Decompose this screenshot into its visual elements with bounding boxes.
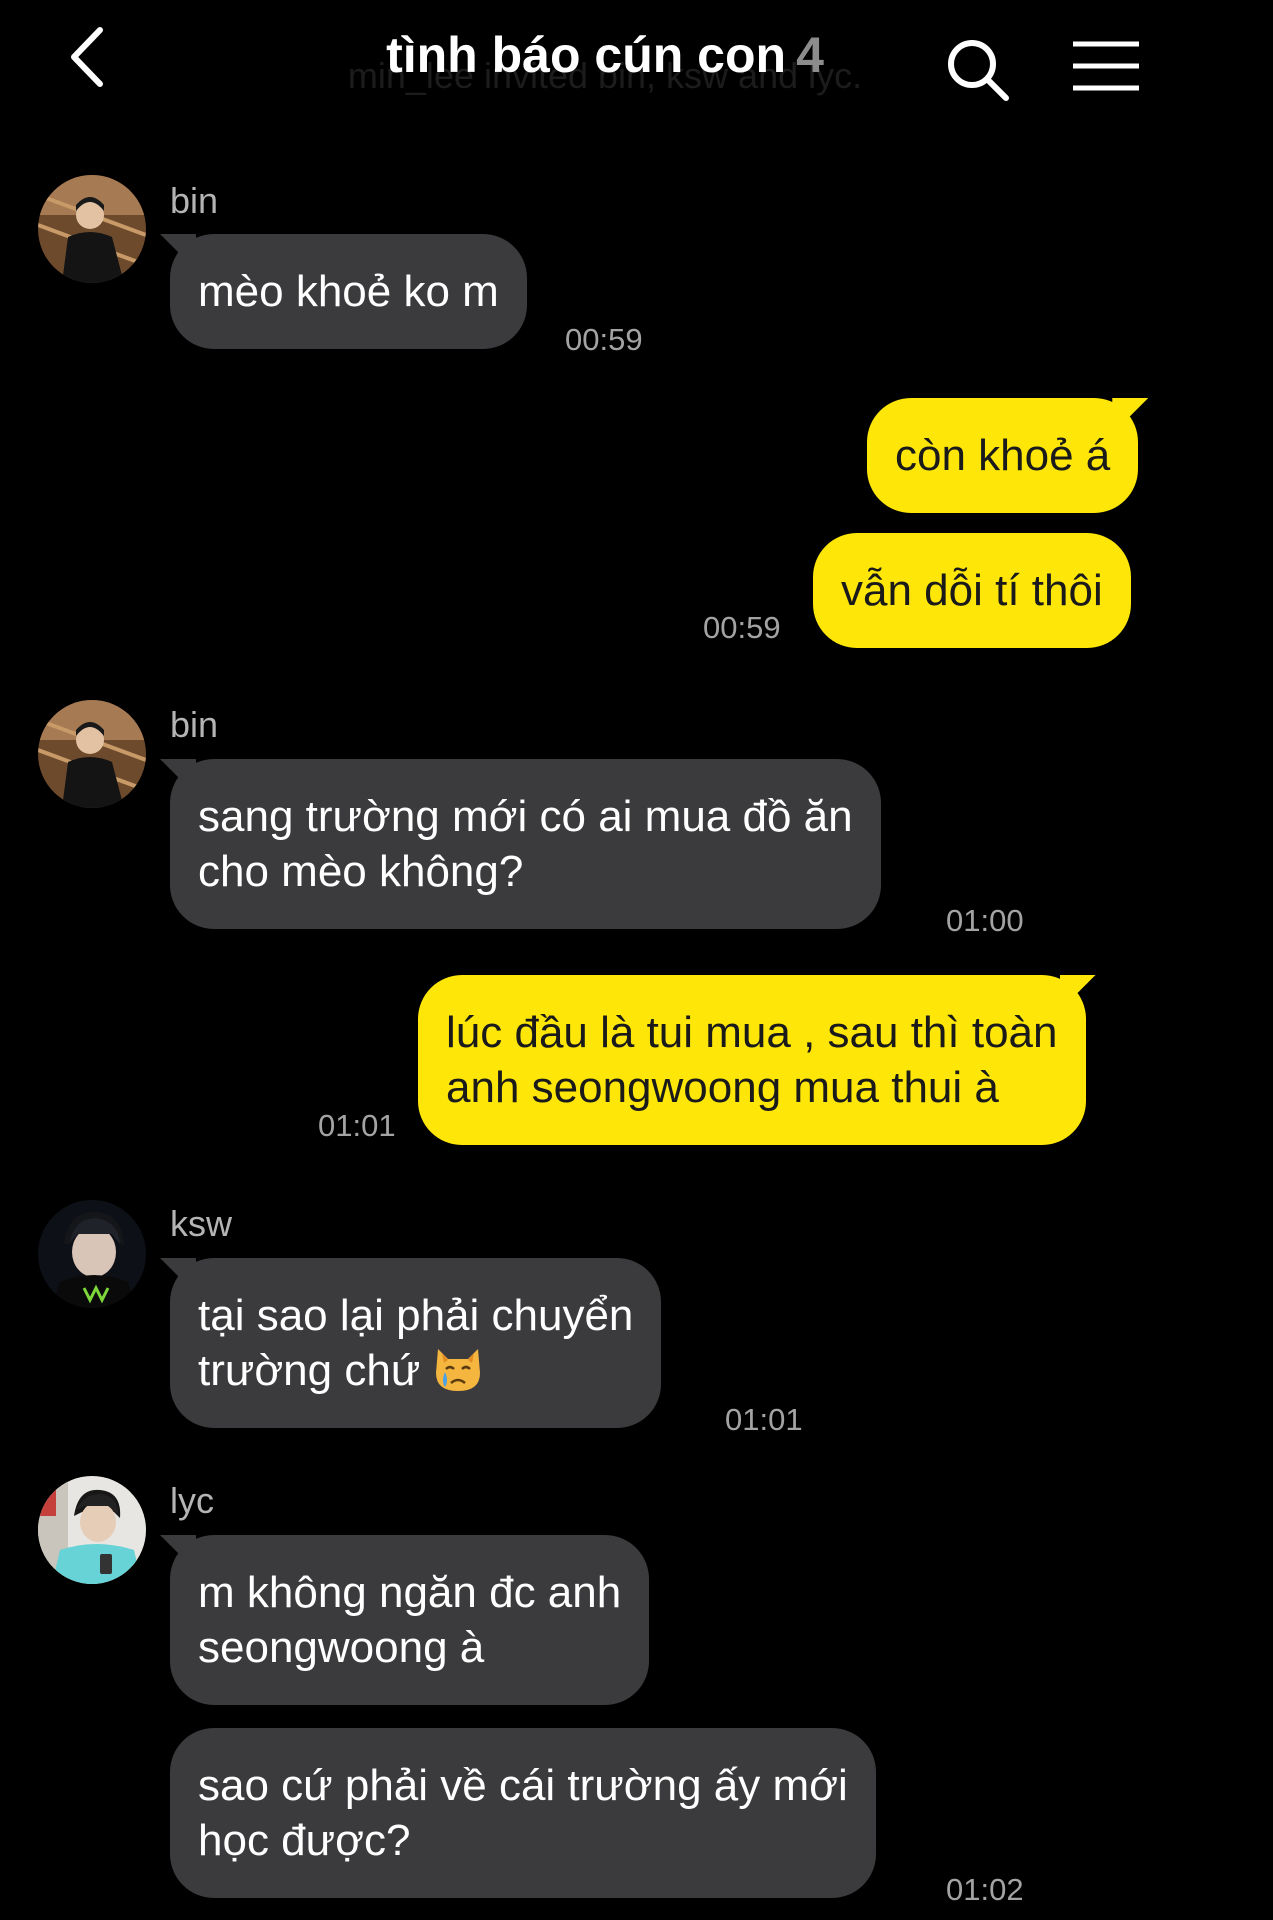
message-text-line: học được? xyxy=(198,1816,411,1865)
message-timestamp: 01:01 xyxy=(318,1108,396,1143)
avatar-bin[interactable] xyxy=(38,175,146,283)
message-bubble-incoming[interactable]: tại sao lại phải chuyển trường chứ xyxy=(170,1258,662,1428)
message-text-line: m không ngăn đc anh xyxy=(198,1568,622,1617)
sender-name: bin xyxy=(170,704,219,745)
chevron-left-icon xyxy=(71,27,103,87)
search-icon xyxy=(948,40,1009,101)
menu-button[interactable] xyxy=(1070,36,1142,96)
message-text-line: cho mèo không? xyxy=(198,847,524,896)
avatar-bin[interactable] xyxy=(38,700,146,808)
sender-name: ksw xyxy=(170,1203,232,1244)
message-bubble-outgoing[interactable]: còn khoẻ á xyxy=(867,398,1139,513)
message-text: mèo khoẻ ko m xyxy=(198,267,499,316)
message-text-line: tại sao lại phải chuyển xyxy=(198,1291,634,1340)
message-bubble-incoming[interactable]: mèo khoẻ ko m xyxy=(170,234,527,349)
crying-cat-face-icon xyxy=(432,1343,484,1395)
sender-name: lyc xyxy=(170,1480,214,1521)
message-bubble-incoming[interactable]: sang trường mới có ai mua đồ ăn cho mèo … xyxy=(170,759,881,929)
avatar-image xyxy=(38,700,146,808)
avatar-lyc[interactable] xyxy=(38,1476,146,1584)
message-bubble-incoming[interactable]: m không ngăn đc anh seongwoong à xyxy=(170,1535,650,1705)
message-text: vẫn dỗi tí thôi xyxy=(841,566,1103,615)
chat-title-group[interactable]: tình báo cún con 4 xyxy=(300,26,910,84)
avatar-image xyxy=(38,175,146,283)
message-timestamp: 00:59 xyxy=(703,610,781,645)
message-text-line: sang trường mới có ai mua đồ ăn xyxy=(198,792,853,841)
message-text-line: sao cứ phải về cái trường ấy mới xyxy=(198,1761,848,1810)
sender-name: bin xyxy=(170,180,219,221)
message-text-line: trường chứ xyxy=(198,1346,421,1395)
message-timestamp: 01:01 xyxy=(725,1402,803,1437)
back-button[interactable] xyxy=(58,22,118,92)
message-timestamp: 01:02 xyxy=(946,1872,1024,1907)
message-text-line: seongwoong à xyxy=(198,1623,485,1672)
chat-title: tình báo cún con xyxy=(386,27,787,83)
message-text-line: anh seongwoong mua thui à xyxy=(446,1063,999,1112)
message-bubble-incoming[interactable]: sao cứ phải về cái trường ấy mới học đượ… xyxy=(170,1728,876,1898)
avatar-ksw[interactable] xyxy=(38,1200,146,1308)
search-button[interactable] xyxy=(942,34,1012,104)
member-count: 4 xyxy=(796,27,824,83)
message-bubble-outgoing[interactable]: lúc đầu là tui mua , sau thì toàn anh se… xyxy=(418,975,1086,1145)
message-timestamp: 01:00 xyxy=(946,903,1024,938)
message-bubble-outgoing[interactable]: vẫn dỗi tí thôi xyxy=(813,533,1131,648)
hamburger-menu-icon xyxy=(1073,41,1139,91)
chat-header: min_lee invited bin, ksw and lyc. tình b… xyxy=(0,0,1273,130)
avatar-image xyxy=(38,1476,146,1584)
message-timestamp: 00:59 xyxy=(565,322,643,357)
avatar-image xyxy=(38,1200,146,1308)
message-text: còn khoẻ á xyxy=(895,431,1111,480)
message-text-line: lúc đầu là tui mua , sau thì toàn xyxy=(446,1008,1058,1057)
